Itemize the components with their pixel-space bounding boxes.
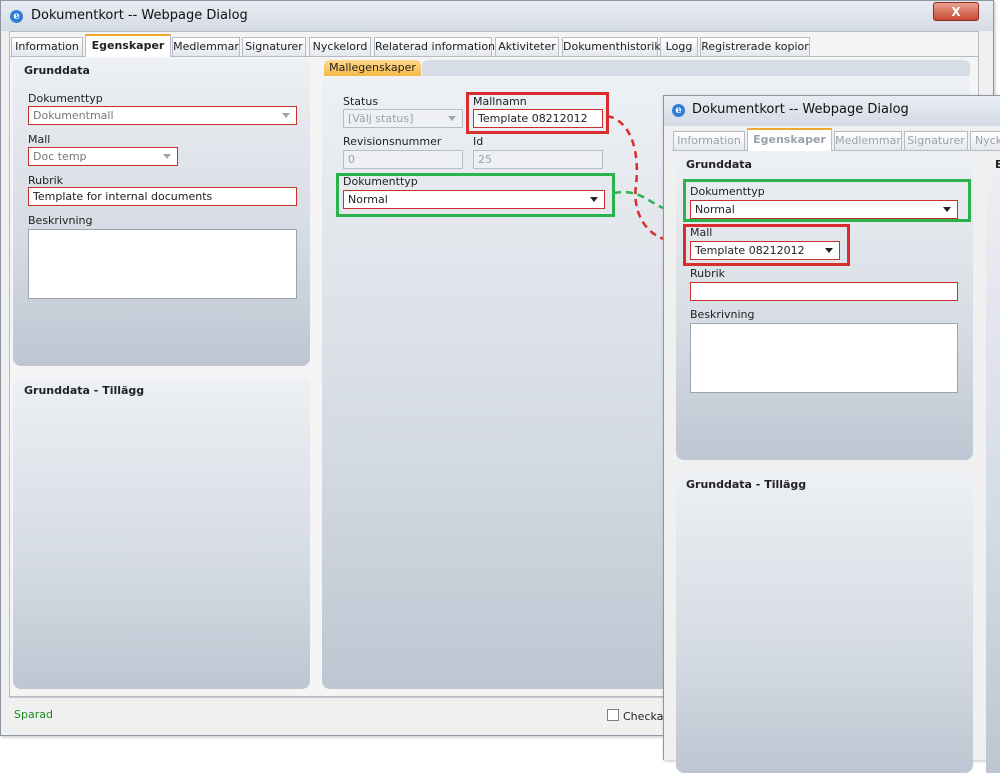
tab-medlemmar[interactable]: Medlemmar [172, 37, 240, 56]
chevron-down-icon [448, 116, 456, 121]
subtab-strip [422, 60, 970, 76]
id-input[interactable]: 25 [473, 150, 603, 169]
dokumenttyp-highlight [336, 173, 615, 217]
overlay-rubrik-label: Rubrik [690, 267, 726, 280]
tab-relaterad-information[interactable]: Relaterad information [374, 37, 495, 56]
overlay-tab-nyck[interactable]: Nyck [970, 131, 1000, 150]
mallnamn-highlight [466, 92, 609, 134]
grunddata-title: Grunddata [24, 64, 90, 77]
overlay-grunddata-tillagg-title: Grunddata - Tillägg [686, 478, 807, 491]
chevron-down-icon [163, 154, 171, 159]
overlay-tab-signaturer[interactable]: Signaturer [904, 131, 968, 150]
grunddata-panel: Grunddata Dokumenttyp Dokumentmall Mall … [13, 59, 310, 366]
status-text: Sparad [14, 708, 53, 721]
tab-nyckelord[interactable]: Nyckelord [309, 37, 371, 56]
tab-signaturer[interactable]: Signaturer [242, 37, 306, 56]
overlay-tab-information[interactable]: Information [673, 131, 745, 150]
revisionsnummer-input[interactable]: 0 [343, 150, 463, 169]
tab-logg[interactable]: Logg [660, 37, 698, 56]
grunddata-tillagg-title: Grunddata - Tillägg [24, 384, 145, 397]
close-button[interactable]: X [933, 2, 979, 21]
tab-dokumenthistorik[interactable]: Dokumenthistorik [562, 37, 661, 56]
grunddata-tillagg-panel: Grunddata - Tillägg [13, 379, 310, 689]
subtab-mallegenskaper[interactable]: Mallegenskaper [324, 60, 421, 76]
overlay-grunddata-title: Grunddata [686, 158, 752, 171]
checka-ut-checkbox[interactable] [607, 709, 619, 721]
dokumenttyp-value: Dokumentmall [33, 109, 114, 122]
main-tab-strip: Information Egenskaper Medlemmar Signatu… [10, 34, 978, 57]
overlay-dokumenttyp-highlight [683, 179, 971, 222]
rubrik-input[interactable]: Template for internal documents [28, 187, 297, 206]
status-label: Status [343, 95, 379, 108]
mall-value: Doc temp [33, 150, 87, 163]
id-label: Id [473, 135, 484, 148]
main-title-bar[interactable]: e Dokumentkort -- Webpage Dialog X [1, 1, 993, 31]
dokumenttyp-select[interactable]: Dokumentmall [28, 106, 297, 125]
overlay-grunddata-tillagg-panel: Grunddata - Tillägg [676, 473, 973, 773]
tab-aktiviteter[interactable]: Aktiviteter [495, 37, 559, 56]
beskrivning-textarea[interactable] [28, 229, 297, 299]
overlay-window-title: Dokumentkort -- Webpage Dialog [692, 102, 909, 117]
tab-information[interactable]: Information [11, 37, 83, 56]
overlay-right-panel-letter: E [995, 158, 1000, 171]
overlay-tab-egenskaper[interactable]: Egenskaper [747, 128, 832, 151]
ie-icon: e [10, 10, 23, 23]
ie-icon: e [672, 104, 685, 117]
dokumenttyp-label: Dokumenttyp [28, 92, 103, 105]
overlay-mall-highlight [683, 224, 850, 266]
overlay-rubrik-input[interactable] [690, 282, 958, 301]
beskrivning-label: Beskrivning [28, 214, 93, 227]
overlay-dialog-window: e Dokumentkort -- Webpage Dialog Informa… [663, 95, 1000, 773]
overlay-beskrivning-label: Beskrivning [690, 308, 755, 321]
chevron-down-icon [282, 113, 290, 118]
window-title: Dokumentkort -- Webpage Dialog [31, 8, 248, 23]
status-select[interactable]: [Välj status] [343, 109, 463, 128]
overlay-beskrivning-textarea[interactable] [690, 323, 958, 393]
mall-select[interactable]: Doc temp [28, 147, 178, 166]
overlay-right-panel-edge: E [986, 153, 1000, 773]
mall-label: Mall [28, 133, 51, 146]
overlay-tab-medlemmar[interactable]: Medlemmar [834, 131, 902, 150]
revisionsnummer-label: Revisionsnummer [343, 135, 442, 148]
status-value: [Välj status] [348, 112, 414, 125]
tab-registrerade-kopior[interactable]: Registrerade kopior [700, 37, 810, 56]
overlay-title-bar[interactable]: e Dokumentkort -- Webpage Dialog [664, 96, 1000, 126]
overlay-tab-strip: Information Egenskaper Medlemmar Signatu… [672, 128, 1000, 151]
rubrik-label: Rubrik [28, 174, 64, 187]
tab-egenskaper[interactable]: Egenskaper [85, 34, 171, 57]
